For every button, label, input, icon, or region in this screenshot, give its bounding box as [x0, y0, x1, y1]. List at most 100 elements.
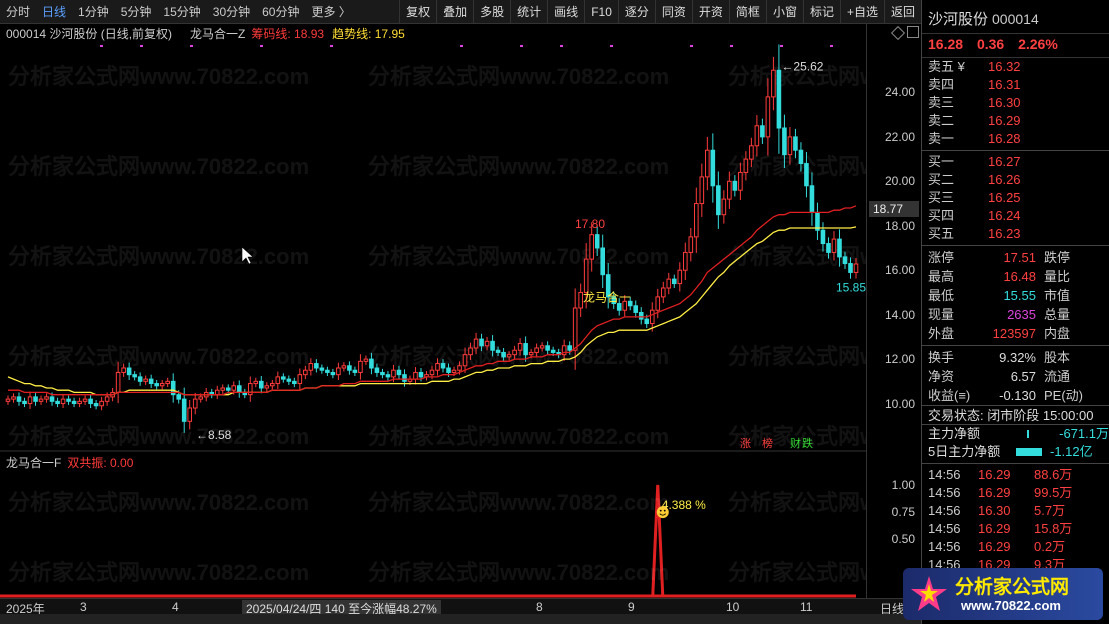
candle — [671, 274, 677, 288]
ask-row[interactable]: 卖二 16.29 — [922, 112, 1109, 130]
ask-list: 卖五 ¥ 16.32 卖四 16.31 卖三 16.30 卖二 16.29 卖一 16.28 — [922, 58, 1109, 148]
watermark-text: 分析家公式网www.70822.com — [728, 154, 866, 179]
toolbar-button-4[interactable]: 画线 — [547, 0, 584, 24]
event-tag[interactable]: 榜 — [762, 436, 773, 450]
ask-row[interactable]: 卖三 16.30 — [922, 94, 1109, 112]
candle — [170, 373, 176, 403]
toolbar-button-11[interactable]: 标记 — [802, 0, 840, 24]
ask-price: 16.32 — [988, 59, 1021, 74]
bid-row[interactable]: 买一 16.27 — [922, 153, 1109, 171]
tab-3[interactable]: 5分钟 — [115, 0, 158, 24]
flow-value: -1.12亿 — [1050, 444, 1093, 459]
signal-marker — [830, 45, 833, 47]
tab-6[interactable]: 60分钟 — [256, 0, 305, 24]
candle — [55, 397, 60, 408]
window-icon[interactable] — [907, 26, 919, 38]
candle — [721, 190, 727, 224]
event-tag[interactable]: 跌 — [802, 436, 813, 450]
diamond-icon[interactable] — [890, 25, 906, 41]
site-logo: 分析家公式网 www.70822.com — [903, 568, 1103, 620]
bid-row[interactable]: 买四 16.24 — [922, 207, 1109, 225]
high-label: ←25.62 — [781, 59, 823, 73]
indicator-name[interactable]: 龙马合一Z — [190, 25, 245, 42]
signal-marker — [100, 45, 103, 47]
ask-row[interactable]: 卖五 ¥ 16.32 — [922, 58, 1109, 76]
tick-row: 14:56 16.30 5.7万 — [922, 502, 1109, 520]
candle — [60, 394, 66, 408]
candle — [380, 368, 385, 379]
tab-5[interactable]: 30分钟 — [207, 0, 256, 24]
event-tag[interactable]: 涨 — [740, 437, 751, 450]
candle — [22, 397, 27, 408]
candle — [385, 371, 391, 381]
stat-label: 涨停 — [928, 250, 955, 265]
tab-1[interactable]: 日线 — [36, 0, 72, 24]
toolbar-button-2[interactable]: 多股 — [473, 0, 510, 24]
bid-price: 16.23 — [988, 226, 1021, 241]
candle — [286, 375, 292, 385]
stat-value: 16.48 — [1003, 269, 1036, 284]
y-tick: 18.00 — [884, 218, 915, 233]
toolbar-button-13[interactable]: 返回 — [883, 0, 921, 24]
toolbar-button-3[interactable]: 统计 — [510, 0, 547, 24]
flow-label: 5日主力净额 — [928, 444, 1001, 459]
y-tick: 22.00 — [884, 129, 915, 144]
candle — [809, 172, 815, 226]
candle — [88, 394, 93, 408]
candle — [655, 288, 661, 319]
signal-text: 龙马合一 — [583, 289, 631, 304]
toolbar-button-0[interactable]: 复权 — [399, 0, 436, 24]
ask-label: 卖三 — [928, 95, 955, 110]
sub-y-tick: 0.75 — [891, 505, 915, 520]
bid-label: 买二 — [928, 172, 955, 187]
toolbar-button-10[interactable]: 小窗 — [765, 0, 803, 24]
bid-label: 买一 — [928, 154, 955, 169]
tick-time: 14:56 — [928, 539, 961, 554]
ask-row[interactable]: 卖四 16.31 — [922, 76, 1109, 94]
candle — [137, 372, 143, 386]
candle — [253, 377, 259, 388]
toolbar-button-6[interactable]: 逐分 — [617, 0, 655, 24]
sub-indicator-name[interactable]: 龙马合一F — [6, 454, 61, 471]
bid-price: 16.26 — [988, 172, 1021, 187]
tick-list[interactable]: 14:56 16.29 88.6万 14:56 16.29 99.5万 14:56 16.30… — [922, 466, 1109, 574]
bid-row[interactable]: 买五 16.23 — [922, 225, 1109, 243]
y-tick: 20.00 — [884, 174, 915, 189]
watermark-text: 分析家公式网www.70822.com — [8, 560, 309, 585]
stat-label: 外盘 — [928, 326, 955, 341]
candle — [220, 384, 226, 394]
toolbar-button-9[interactable]: 简框 — [728, 0, 766, 24]
trend-line-label: 趋势线: 17.95 — [332, 26, 405, 41]
tab-4[interactable]: 15分钟 — [157, 0, 206, 24]
watermark-text: 分析家公式网www.70822.com — [368, 490, 669, 515]
stock-name: 沙河股份 — [928, 11, 989, 28]
watermark-text: 分析家公式网www.70822.com — [8, 344, 309, 369]
toolbar-button-5[interactable]: F10 — [584, 0, 618, 24]
y-tick: 24.00 — [884, 85, 915, 100]
bid-list: 买一 16.27 买二 16.26 买三 16.25 买四 16.24 买五 16.23 — [922, 153, 1109, 243]
bid-price: 16.25 — [988, 190, 1021, 205]
candle — [341, 362, 347, 372]
toolbar-button-1[interactable]: 叠加 — [436, 0, 473, 24]
ask-row[interactable]: 卖一 16.28 — [922, 130, 1109, 148]
price-axis: 24.00 22.00 20.00 18.00 16.00 14.00 12.00 10.00… — [866, 24, 921, 454]
candle — [347, 361, 352, 375]
stat-value: 6.57 — [1010, 369, 1036, 384]
toolbar-button-12[interactable]: +自选 — [839, 0, 884, 24]
candle — [143, 375, 148, 385]
tab-0[interactable]: 分时 — [0, 0, 36, 24]
candle — [578, 283, 583, 317]
stat-label: 收益(≡) — [928, 388, 971, 403]
bid-row[interactable]: 买二 16.26 — [922, 171, 1109, 189]
tab-7[interactable]: 更多 〉 — [305, 0, 356, 24]
sub-indicator-chart[interactable]: 4.388 %分析家公式网www.70822.com 分析家公式网www.7082… — [0, 470, 866, 598]
toolbar-button-8[interactable]: 开资 — [691, 0, 729, 24]
candle — [242, 388, 248, 399]
candle — [297, 368, 303, 390]
event-tag[interactable]: 财 — [790, 436, 801, 450]
tab-2[interactable]: 1分钟 — [72, 0, 115, 24]
candle — [815, 202, 820, 240]
bid-row[interactable]: 买三 16.25 — [922, 189, 1109, 207]
toolbar-button-7[interactable]: 同资 — [654, 0, 692, 24]
candlestick-chart[interactable]: 分析家公式网www.70822.com 分析家公式网www.70822.com 分析… — [0, 42, 866, 452]
